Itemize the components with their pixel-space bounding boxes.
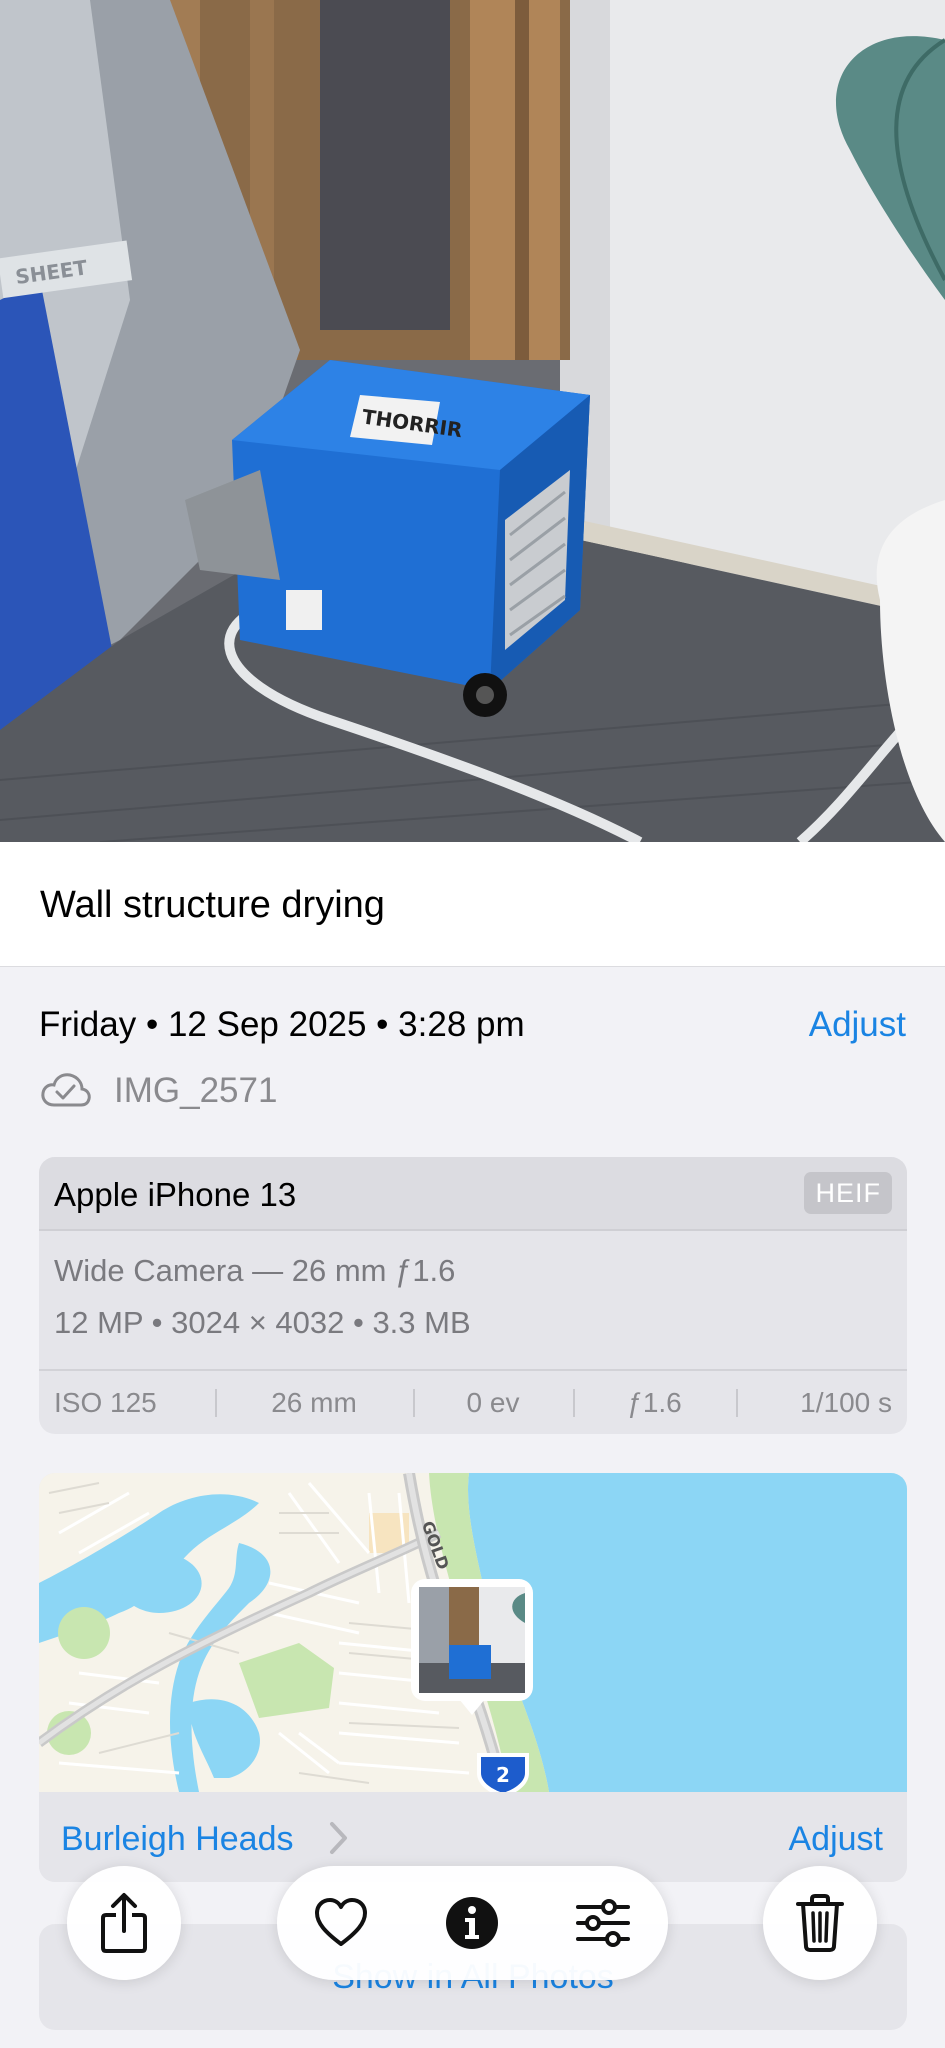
photo-view[interactable]: SHEET THORRIR bbox=[0, 0, 945, 842]
icloud-check-icon bbox=[41, 1073, 91, 1107]
adjust-date-button[interactable]: Adjust bbox=[809, 1005, 906, 1045]
delete-button[interactable] bbox=[763, 1866, 877, 1980]
photo-image: SHEET THORRIR bbox=[0, 0, 945, 842]
exif-shutter-speed: 1/100 s bbox=[736, 1387, 907, 1419]
share-icon bbox=[101, 1893, 147, 1953]
photo-actions-pill bbox=[277, 1866, 668, 1980]
lens-info: Wide Camera — 26 mm ƒ1.6 bbox=[54, 1253, 456, 1288]
exif-row: ISO 125 26 mm 0 ev ƒ1.6 1/100 s bbox=[39, 1369, 907, 1434]
device-card: Apple iPhone 13 HEIF Wide Camera — 26 mm… bbox=[39, 1157, 907, 1434]
share-button[interactable] bbox=[67, 1866, 181, 1980]
device-header: Apple iPhone 13 HEIF bbox=[39, 1157, 907, 1231]
format-badge: HEIF bbox=[804, 1172, 892, 1214]
info-icon[interactable] bbox=[444, 1895, 500, 1951]
adjust-location-button[interactable]: Adjust bbox=[789, 1820, 884, 1859]
date-time: Friday • 12 Sep 2025 • 3:28 pm bbox=[39, 1005, 525, 1044]
location-map[interactable]: GOLD 2 bbox=[39, 1473, 907, 1792]
exif-focal-length: 26 mm bbox=[215, 1387, 413, 1419]
exif-exposure-bias: 0 ev bbox=[413, 1387, 573, 1419]
sliders-icon[interactable] bbox=[575, 1895, 631, 1951]
map-card[interactable]: GOLD 2 Burleigh Heads Adjust bbox=[39, 1473, 907, 1882]
file-name: IMG_2571 bbox=[114, 1071, 278, 1110]
exif-aperture: ƒ1.6 bbox=[573, 1387, 736, 1419]
photo-caption[interactable]: Wall structure drying bbox=[40, 884, 385, 927]
device-name: Apple iPhone 13 bbox=[54, 1176, 297, 1213]
place-name-link[interactable]: Burleigh Heads bbox=[61, 1820, 293, 1859]
route-shield: 2 bbox=[496, 1763, 510, 1787]
chevron-right-icon bbox=[330, 1822, 347, 1854]
image-specs: 12 MP • 3024 × 4032 • 3.3 MB bbox=[54, 1305, 471, 1340]
exif-iso: ISO 125 bbox=[54, 1386, 157, 1418]
photo-pin[interactable] bbox=[411, 1579, 533, 1715]
trash-icon bbox=[796, 1894, 844, 1952]
file-row: IMG_2571 bbox=[40, 1069, 277, 1113]
heart-icon[interactable] bbox=[313, 1895, 369, 1951]
caption-bar[interactable]: Wall structure drying bbox=[0, 842, 945, 967]
